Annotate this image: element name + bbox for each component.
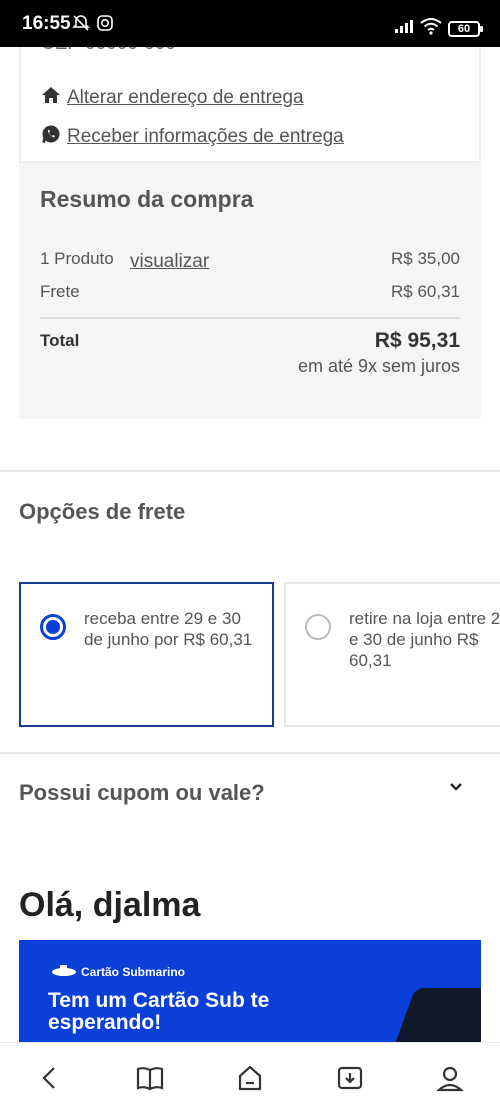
home-icon[interactable] [235,1063,265,1093]
shipping-option-text: retire na loja entre 29 e 30 de junho R$… [349,609,500,670]
bookmarks-icon[interactable] [135,1063,165,1093]
total-value: R$ 95,31 [374,329,460,352]
shipping-options-title: Opções de frete [19,499,186,524]
chevron-down-icon[interactable] [449,780,463,794]
summary-divider [40,317,460,319]
status-bar: 16:55 60 [0,0,500,47]
total-label: Total [40,331,80,350]
shipping-value: R$ 60,31 [391,282,460,301]
status-time: 16:55 [22,13,71,34]
view-products-link[interactable]: visualizar [130,251,209,273]
card-image [382,988,481,1042]
instagram-icon [96,14,114,37]
purchase-summary: Resumo da compra 1 Produto visualizar R$… [19,163,481,419]
coupon-toggle[interactable]: Possui cupom ou vale? [19,780,265,806]
page-content: CEP 00000-000 Alterar endereço de entreg… [0,47,500,1042]
radio-selected[interactable] [40,614,66,640]
change-address-label: Alterar endereço de entrega [67,87,304,108]
receive-info-label: Receber informações de entrega [67,126,344,147]
back-icon[interactable] [35,1063,65,1093]
shipping-option-home[interactable]: receba entre 29 e 30 de junho por R$ 60,… [19,582,274,727]
installments-text: em até 9x sem juros [297,356,460,376]
banner-brand-text: Cartão Submarino [81,964,186,979]
products-label: 1 Produto [40,249,114,268]
receive-info-link[interactable]: Receber informações de entrega [41,124,344,150]
section-divider [0,752,500,754]
delivery-address-box: CEP 00000-000 Alterar endereço de entreg… [19,47,481,163]
summary-title: Resumo da compra [40,186,254,212]
banner-headline: Tem um Cartão Sub te esperando! [48,989,270,1034]
banner-brand: Cartão Submarino [51,964,185,979]
shipping-option-store[interactable]: retire na loja entre 29 e 30 de junho R$… [284,582,500,727]
notifications-off-icon [72,14,90,37]
change-address-link[interactable]: Alterar endereço de entrega [41,85,304,111]
whatsapp-icon [41,124,61,150]
downloads-icon[interactable] [335,1063,365,1093]
shipping-option-text: receba entre 29 e 30 de junho por R$ 60,… [84,609,253,649]
cep-text: CEP 00000-000 [41,47,176,55]
radio-unselected[interactable] [305,614,331,640]
products-value: R$ 35,00 [391,249,460,268]
browser-bottom-nav [0,1042,500,1111]
signal-icon [394,18,414,39]
section-divider [0,470,500,472]
submarine-logo-icon [51,964,81,979]
home-icon [41,85,61,111]
profile-icon[interactable] [435,1063,465,1093]
greeting: Olá, djalma [19,886,201,924]
promo-banner[interactable]: Cartão Submarino Tem um Cartão Sub te es… [19,940,481,1042]
battery-indicator: 60 [448,21,483,37]
wifi-icon [420,17,442,40]
shipping-label: Frete [40,282,80,301]
